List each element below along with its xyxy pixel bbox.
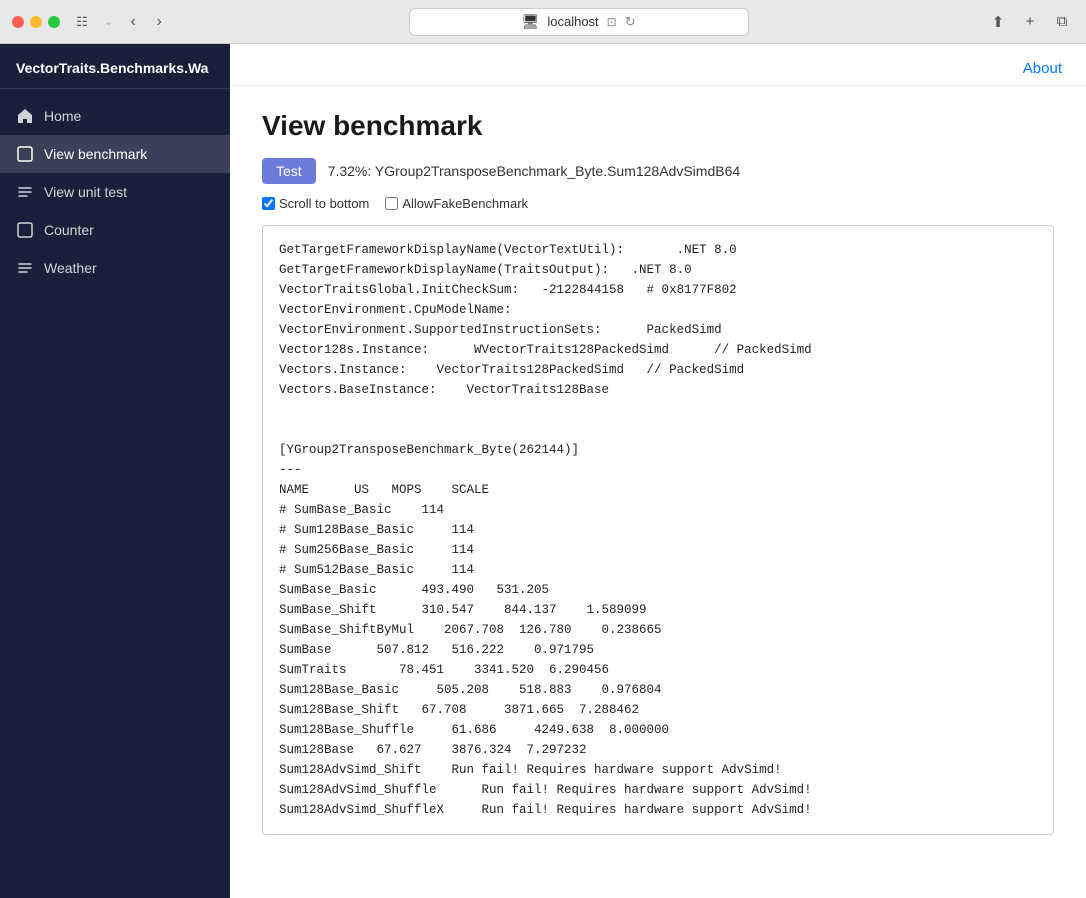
screen-share-icon: 🖥: [522, 13, 540, 30]
sidebar-item-view-benchmark[interactable]: View benchmark: [0, 135, 230, 173]
back-button[interactable]: ‹: [121, 10, 145, 34]
toolbar: Test 7.32%: YGroup2TransposeBenchmark_By…: [262, 158, 1054, 184]
titlebar: ☷ ⌄ ‹ › 🖥 localhost ⊡ ↻ ⬆ + ⧉: [0, 0, 1086, 44]
url-text: localhost: [547, 14, 598, 29]
checkboxes: Scroll to bottom AllowFakeBenchmark: [262, 196, 1054, 211]
scroll-to-bottom-checkbox-label[interactable]: Scroll to bottom: [262, 196, 369, 211]
test-button[interactable]: Test: [262, 158, 316, 184]
app: VectorTraits.Benchmarks.Wa Home View ben…: [0, 44, 1086, 898]
sidebar-item-view-unit-test-label: View unit test: [44, 184, 127, 200]
refresh-icon[interactable]: ↻: [625, 14, 636, 30]
list-icon: [16, 183, 34, 201]
close-button[interactable]: [12, 16, 24, 28]
output-area[interactable]: GetTargetFrameworkDisplayName(VectorText…: [262, 225, 1054, 835]
counter-icon: [16, 221, 34, 239]
forward-button[interactable]: ›: [147, 10, 171, 34]
sidebar-nav: Home View benchmark View unit test Count…: [0, 89, 230, 295]
weather-icon: [16, 259, 34, 277]
titlebar-right: ⬆ + ⧉: [986, 10, 1074, 34]
sidebar-item-counter-label: Counter: [44, 222, 94, 238]
sidebar: VectorTraits.Benchmarks.Wa Home View ben…: [0, 44, 230, 898]
sidebar-item-weather[interactable]: Weather: [0, 249, 230, 287]
scroll-to-bottom-label: Scroll to bottom: [279, 196, 369, 211]
traffic-lights: [12, 16, 60, 28]
address-bar[interactable]: 🖥 localhost ⊡ ↻: [409, 8, 749, 36]
sidebar-item-weather-label: Weather: [44, 260, 97, 276]
sidebar-item-view-unit-test[interactable]: View unit test: [0, 173, 230, 211]
minimize-button[interactable]: [30, 16, 42, 28]
main-header: About: [230, 44, 1086, 86]
page-title: View benchmark: [262, 110, 1054, 142]
main-content: View benchmark Test 7.32%: YGroup2Transp…: [230, 86, 1086, 898]
scroll-to-bottom-checkbox[interactable]: [262, 197, 275, 210]
main-content-area: About View benchmark Test 7.32%: YGroup2…: [230, 44, 1086, 898]
allow-fake-benchmark-checkbox-label[interactable]: AllowFakeBenchmark: [385, 196, 528, 211]
allow-fake-benchmark-label: AllowFakeBenchmark: [402, 196, 528, 211]
sidebar-title: VectorTraits.Benchmarks.Wa: [0, 44, 230, 89]
sidebar-toggle-button[interactable]: ☷: [68, 12, 96, 32]
about-link[interactable]: About: [1023, 60, 1062, 77]
maximize-button[interactable]: [48, 16, 60, 28]
split-view-button[interactable]: ⧉: [1050, 10, 1074, 34]
airplay-icon: ⊡: [607, 15, 617, 29]
plus-square-icon: [16, 145, 34, 163]
sidebar-item-home-label: Home: [44, 108, 81, 124]
home-icon: [16, 107, 34, 125]
address-bar-wrapper: 🖥 localhost ⊡ ↻: [179, 8, 978, 36]
allow-fake-benchmark-checkbox[interactable]: [385, 197, 398, 210]
sidebar-item-home[interactable]: Home: [0, 97, 230, 135]
chevron-down-icon: ⌄: [104, 15, 113, 28]
new-tab-button[interactable]: +: [1018, 10, 1042, 34]
progress-text: 7.32%: YGroup2TransposeBenchmark_Byte.Su…: [328, 163, 740, 179]
sidebar-item-counter[interactable]: Counter: [0, 211, 230, 249]
share-button[interactable]: ⬆: [986, 10, 1010, 34]
nav-buttons: ‹ ›: [121, 10, 171, 34]
sidebar-item-view-benchmark-label: View benchmark: [44, 146, 147, 162]
